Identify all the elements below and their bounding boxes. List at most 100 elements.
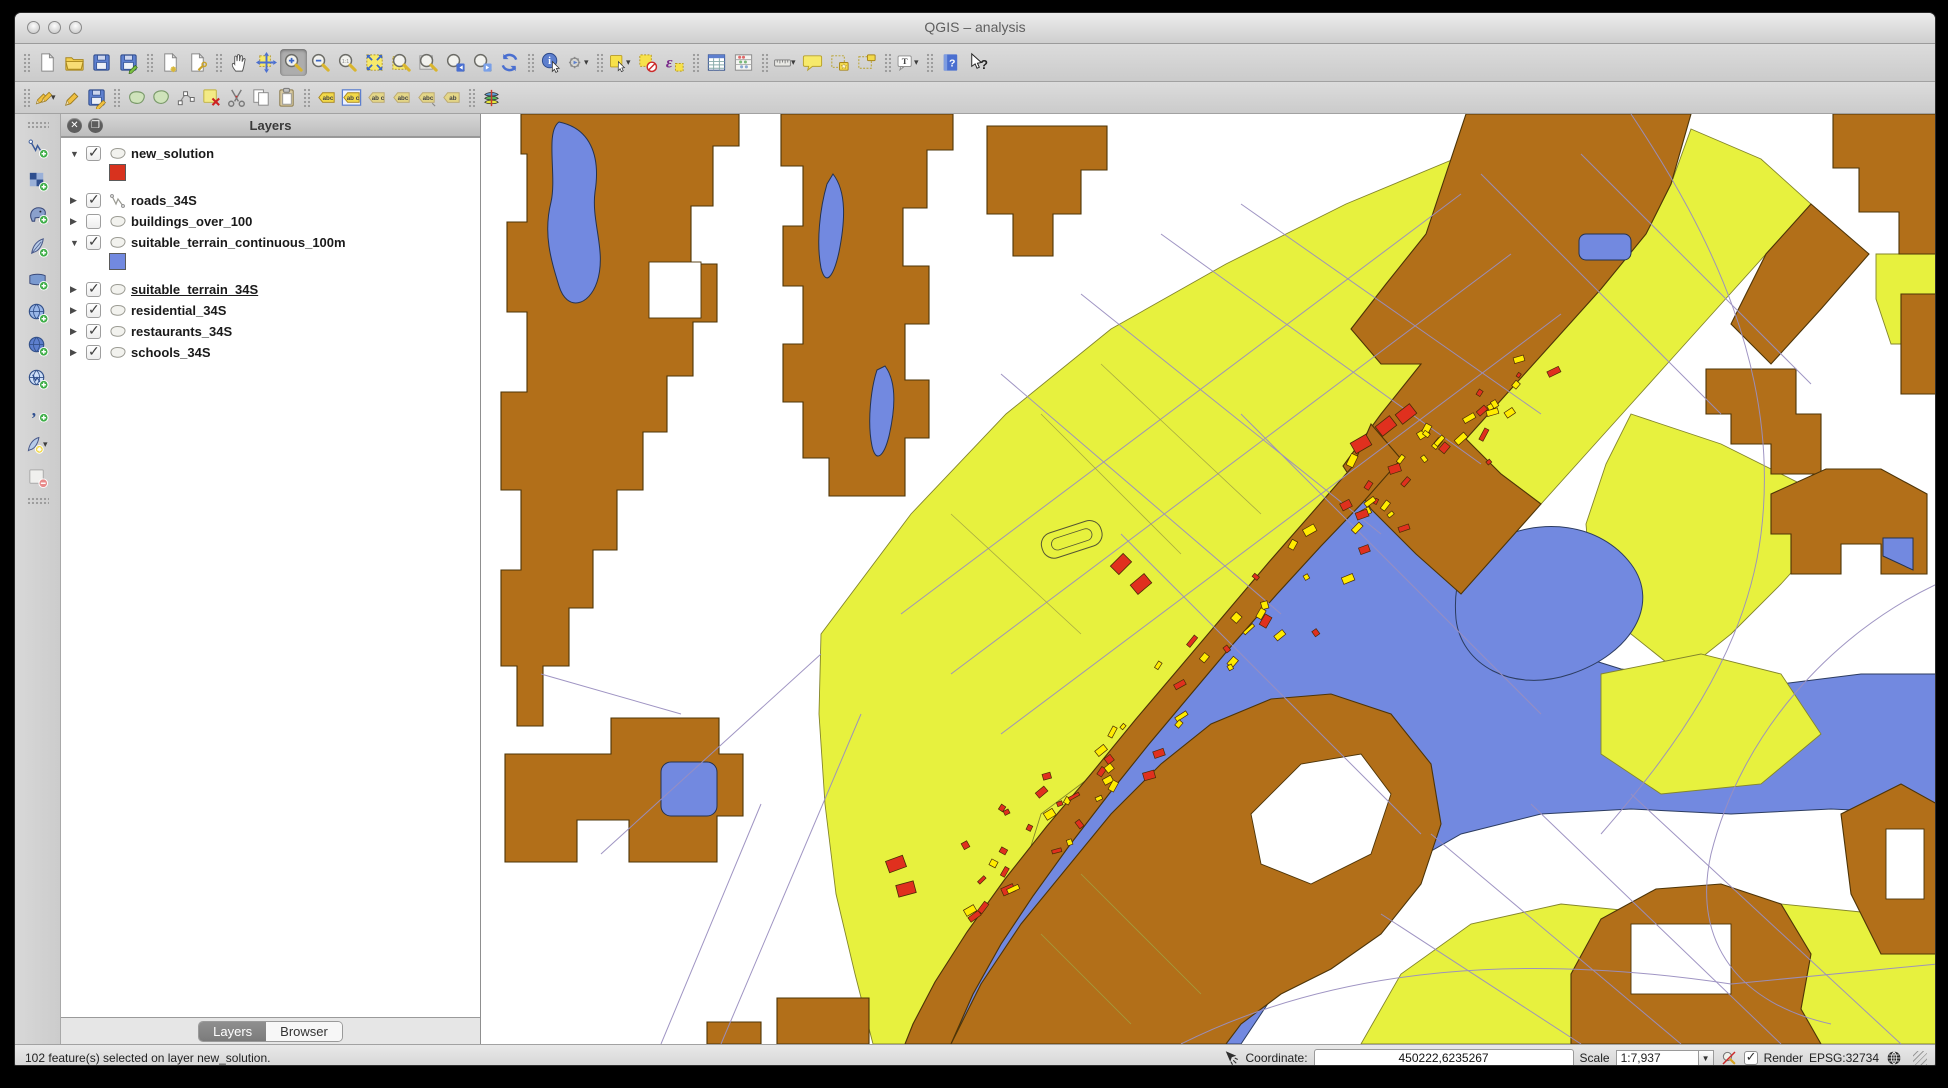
label-show-hide-button[interactable]: abc: [389, 85, 414, 110]
layer-item-residential_34S[interactable]: ▶ residential_34S: [61, 300, 480, 321]
zoom-to-selection-button[interactable]: [388, 49, 415, 76]
dropdown-arrow-icon[interactable]: ▾: [626, 57, 634, 68]
zoom-out-button[interactable]: [307, 49, 334, 76]
move-feature-button[interactable]: [149, 85, 174, 110]
label-settings-button[interactable]: ab c: [339, 85, 364, 110]
save-project-as-button[interactable]: [115, 49, 142, 76]
measure-button[interactable]: ▾: [772, 49, 799, 76]
expand-icon[interactable]: ▶: [70, 305, 86, 316]
refresh-map-button[interactable]: [496, 49, 523, 76]
expand-icon[interactable]: ▶: [70, 347, 86, 358]
tab-layers[interactable]: Layers: [199, 1022, 266, 1041]
expand-icon[interactable]: ▶: [70, 216, 86, 227]
map-canvas[interactable]: [481, 114, 1935, 1044]
render-checkbox[interactable]: [1744, 1051, 1758, 1065]
layer-item-restaurants_34S[interactable]: ▶ restaurants_34S: [61, 321, 480, 342]
help-contents-button[interactable]: ?: [937, 49, 964, 76]
layer-item-new_solution[interactable]: ▼ new_solution: [61, 143, 480, 164]
save-project-button[interactable]: [88, 49, 115, 76]
layer-symbol-swatch[interactable]: [109, 253, 126, 270]
expand-icon[interactable]: ▶: [70, 326, 86, 337]
coordinate-input[interactable]: [1314, 1049, 1574, 1067]
zoom-last-button[interactable]: [442, 49, 469, 76]
dropdown-arrow-icon[interactable]: ▾: [584, 57, 592, 68]
tab-browser[interactable]: Browser: [266, 1022, 342, 1041]
expand-icon[interactable]: ▶: [70, 284, 86, 295]
add-spatialite-layer-button[interactable]: [24, 233, 51, 260]
layer-name[interactable]: suitable_terrain_34S: [131, 282, 258, 297]
layer-item-suitable_terrain_continuous_100m[interactable]: ▼ suitable_terrain_continuous_100m: [61, 232, 480, 253]
layer-symbol-swatch[interactable]: [109, 164, 126, 181]
detach-panel-icon[interactable]: ❐: [88, 118, 103, 133]
layer-visibility-checkbox[interactable]: [86, 214, 101, 229]
dropdown-arrow-icon[interactable]: ▾: [791, 57, 799, 68]
resize-grip[interactable]: [1913, 1051, 1927, 1065]
layer-name[interactable]: suitable_terrain_continuous_100m: [131, 235, 346, 250]
zoom-native-button[interactable]: 1:1: [334, 49, 361, 76]
open-project-button[interactable]: [61, 49, 88, 76]
composer-manager-button[interactable]: [184, 49, 211, 76]
map-tips-button[interactable]: [799, 49, 826, 76]
scale-dropdown-icon[interactable]: ▼: [1698, 1050, 1714, 1067]
dropdown-arrow-icon[interactable]: ▾: [51, 92, 59, 103]
zoom-to-layer-button[interactable]: [415, 49, 442, 76]
add-postgis-layer-button[interactable]: [24, 200, 51, 227]
labeling-button[interactable]: abc: [314, 85, 339, 110]
new-shapefile-button[interactable]: ▾: [24, 431, 51, 458]
add-wms-layer-button[interactable]: [24, 299, 51, 326]
identify-features-button[interactable]: i: [538, 49, 565, 76]
crs-globe-icon[interactable]: [1885, 1049, 1903, 1066]
close-panel-icon[interactable]: ✕: [67, 118, 82, 133]
add-wcs-layer-button[interactable]: [24, 332, 51, 359]
cut-features-button[interactable]: [224, 85, 249, 110]
open-attribute-table-button[interactable]: [703, 49, 730, 76]
layers-panel-header[interactable]: ✕ ❐ Layers: [61, 114, 480, 137]
zoom-full-button[interactable]: [361, 49, 388, 76]
zoom-in-button[interactable]: [280, 49, 307, 76]
layer-visibility-checkbox[interactable]: [86, 324, 101, 339]
node-tool-button[interactable]: [174, 85, 199, 110]
add-vector-layer-button[interactable]: [24, 134, 51, 161]
scale-combobox[interactable]: 1:7,937 ▼: [1616, 1050, 1714, 1067]
layer-name[interactable]: residential_34S: [131, 303, 226, 318]
paste-features-button[interactable]: [274, 85, 299, 110]
toggle-editing-button[interactable]: [59, 85, 84, 110]
pan-map-button[interactable]: [226, 49, 253, 76]
whats-this-button[interactable]: ?: [964, 49, 991, 76]
select-features-button[interactable]: ▾: [607, 49, 634, 76]
add-feature-button[interactable]: [124, 85, 149, 110]
collapse-icon[interactable]: ▼: [70, 238, 86, 248]
extent-toggle-icon[interactable]: [1222, 1049, 1240, 1066]
select-by-expression-button[interactable]: ε: [661, 49, 688, 76]
layer-name[interactable]: new_solution: [131, 146, 214, 161]
layer-name[interactable]: schools_34S: [131, 345, 211, 360]
label-move-button[interactable]: abc: [414, 85, 439, 110]
collapse-icon[interactable]: ▼: [70, 149, 86, 159]
layer-visibility-checkbox[interactable]: [86, 146, 101, 161]
layer-item-roads_34S[interactable]: ▶roads_34S: [61, 190, 480, 211]
save-layer-edits-button[interactable]: [84, 85, 109, 110]
statistics-button[interactable]: [730, 49, 757, 76]
layer-name[interactable]: restaurants_34S: [131, 324, 232, 339]
layer-item-suitable_terrain_34S[interactable]: ▶ suitable_terrain_34S: [61, 279, 480, 300]
layer-visibility-checkbox[interactable]: [86, 303, 101, 318]
label-pin-button[interactable]: ab c: [364, 85, 389, 110]
dropdown-arrow-icon[interactable]: ▾: [914, 57, 922, 68]
layer-visibility-checkbox[interactable]: [86, 345, 101, 360]
dropdown-arrow-icon[interactable]: ▾: [43, 439, 51, 450]
add-delimited-text-button[interactable]: ,: [24, 398, 51, 425]
current-edits-button[interactable]: ▾: [34, 85, 59, 110]
processing-button[interactable]: [479, 85, 504, 110]
layer-visibility-checkbox[interactable]: [86, 282, 101, 297]
remove-layer-button[interactable]: [24, 464, 51, 491]
label-rotate-button[interactable]: ab: [439, 85, 464, 110]
layer-item-buildings_over_100[interactable]: ▶ buildings_over_100: [61, 211, 480, 232]
text-annotation-button[interactable]: T▾: [895, 49, 922, 76]
new-bookmark-button[interactable]: [826, 49, 853, 76]
layer-name[interactable]: buildings_over_100: [131, 214, 252, 229]
deselect-features-button[interactable]: [634, 49, 661, 76]
delete-selected-button[interactable]: [199, 85, 224, 110]
add-raster-layer-button[interactable]: [24, 167, 51, 194]
layer-visibility-checkbox[interactable]: [86, 235, 101, 250]
title-bar[interactable]: QGIS – analysis: [15, 13, 1935, 44]
